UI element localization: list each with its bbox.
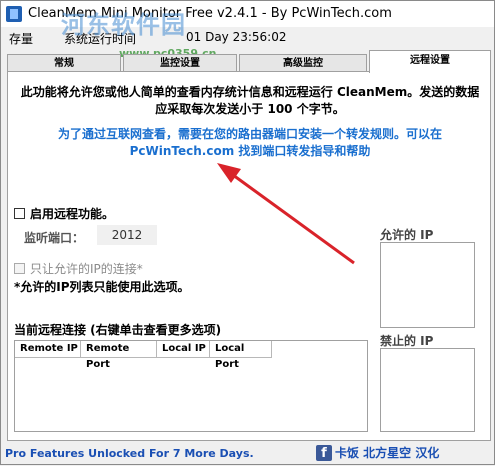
footer-bar: Pro Features Unlocked For 7 More Days. f… [1, 441, 494, 465]
tab-monitor-settings[interactable]: 监控设置 [123, 54, 237, 72]
allowed-ip-note: *允许的IP列表只能使用此选项。 [14, 280, 190, 294]
status-left-text: 存量 [9, 32, 34, 46]
remote-description: 此功能将允许您或他人简单的查看内存统计信息和远程运行 CleanMem。发送的数… [20, 85, 480, 116]
tab-label: 远程设置 [410, 55, 450, 66]
translation-credit: f 卡饭 北方星空 汉化 [316, 444, 439, 461]
watermark-logo: 河东软件园 [61, 11, 186, 39]
enable-remote-label: 启用远程功能。 [30, 207, 115, 221]
tab-label: 高级监控 [283, 58, 323, 69]
listen-port-input[interactable] [97, 225, 157, 245]
allowed-only-row[interactable]: 只让允许的IP的连接* [14, 260, 143, 277]
allowed-ip-list[interactable] [380, 242, 475, 328]
port-forwarding-help[interactable]: 为了通过互联网查看，需要在您的路由器端口安装一个转发规则。可以在 PcWinTe… [16, 126, 484, 160]
enable-remote-row[interactable]: 启用远程功能。 [14, 205, 114, 222]
allowed-only-checkbox[interactable] [14, 263, 25, 274]
column-remote-ip[interactable]: Remote IP [15, 341, 81, 358]
column-local-port[interactable]: Local Port [210, 341, 272, 370]
tab-remote-settings[interactable]: 远程设置 [369, 50, 491, 73]
tab-strip: 常规 监控设置 高级监控 远程设置 [7, 50, 491, 73]
remote-settings-panel: 此功能将允许您或他人简单的查看内存统计信息和远程运行 CleanMem。发送的数… [7, 71, 491, 441]
credit-text: 卡饭 北方星空 汉化 [335, 446, 440, 460]
pro-features-promo[interactable]: Pro Features Unlocked For 7 More Days. [5, 447, 254, 460]
tab-general[interactable]: 常规 [7, 54, 121, 72]
uptime-value: 01 Day 23:56:02 [186, 30, 287, 44]
connections-title: 当前远程连接 (右键单击查看更多选项) [14, 323, 222, 337]
tab-advanced-monitor[interactable]: 高级监控 [239, 54, 367, 72]
cleanmem-app-icon [6, 6, 22, 22]
facebook-icon[interactable]: f [316, 444, 332, 461]
listen-port-label: 监听端口： [24, 231, 85, 245]
blocked-ip-label: 禁止的 IP [380, 334, 434, 348]
enable-remote-checkbox[interactable] [14, 208, 25, 219]
blocked-ip-list[interactable] [380, 348, 475, 432]
column-remote-port[interactable]: Remote Port [81, 341, 157, 370]
tab-label: 常规 [54, 58, 74, 69]
allowed-only-label: 只让允许的IP的连接* [30, 262, 143, 276]
allowed-ip-label: 允许的 IP [380, 228, 434, 242]
column-local-ip[interactable]: Local IP [157, 341, 210, 358]
tab-label: 监控设置 [160, 58, 200, 69]
app-window: CleanMem Mini Monitor Free v2.4.1 - By P… [0, 0, 495, 465]
table-header: Remote IP Remote Port Local IP Local Por… [15, 341, 272, 370]
connections-table[interactable]: Remote IP Remote Port Local IP Local Por… [14, 340, 368, 432]
